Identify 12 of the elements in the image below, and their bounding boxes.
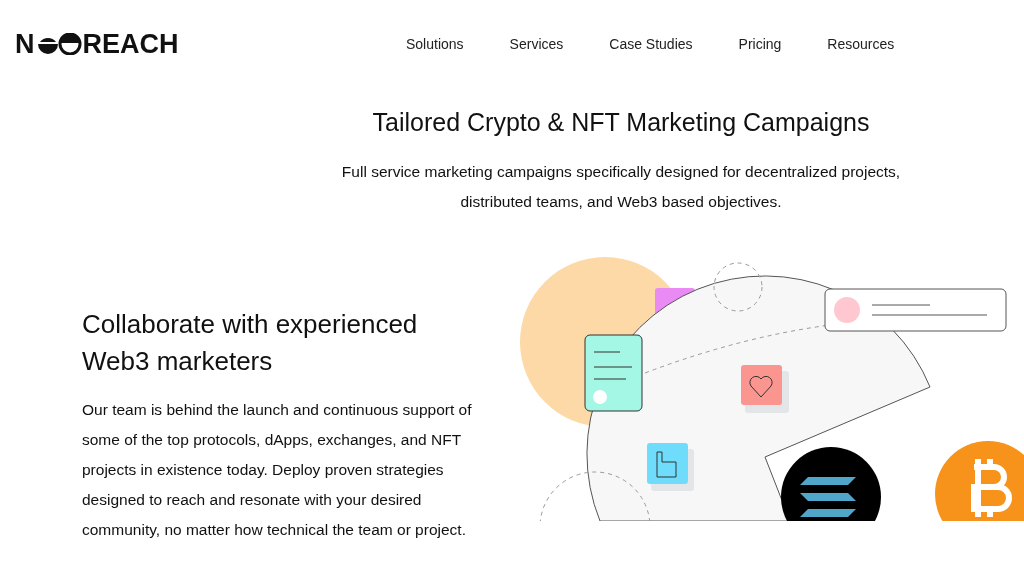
nav-link[interactable]: Resources — [804, 36, 918, 52]
nav-link[interactable]: Solutions — [383, 36, 487, 52]
nav-link[interactable]: Pricing — [715, 36, 805, 52]
section-heading: Collaborate with experienced Web3 marketers — [82, 308, 419, 378]
logo-mark-icon — [35, 33, 82, 55]
hero-subtitle: Full service marketing campaigns specifically designed for decentralized projects, distributed teams, and Web3 based objectives. — [340, 162, 902, 212]
logo-text: REACH — [82, 30, 179, 58]
logo-text: N — [15, 30, 35, 58]
nav-link[interactable]: Case Studies — [586, 36, 716, 52]
nav-link[interactable]: Services — [486, 36, 587, 52]
section-paragraph: Our team is behind the launch and continuous support of some of the top protocols, dApps, exchanges, and NFT projects in existence today. Deploy proven strategies designed to reach and resonate with your desired community, no matter how technical the team or project. — [82, 400, 473, 540]
hero-title: Tailored Crypto & NFT Marketing Campaigns — [371, 108, 871, 137]
